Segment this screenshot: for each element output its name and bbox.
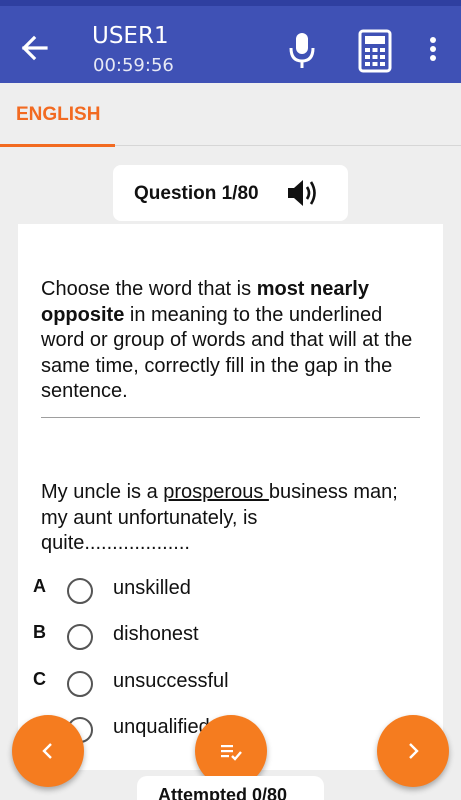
- option-radio[interactable]: [67, 624, 93, 650]
- back-button[interactable]: [16, 28, 56, 68]
- previous-button[interactable]: [12, 715, 84, 787]
- subject-tabs: ENGLISH: [0, 83, 461, 147]
- underlined-word: prosperous: [163, 481, 269, 503]
- app-bar: USER1 00:59:56: [0, 6, 461, 83]
- microphone-button[interactable]: [286, 30, 318, 70]
- option-radio[interactable]: [67, 671, 93, 697]
- next-button[interactable]: [377, 715, 449, 787]
- question-card: Choose the word that is most nearly oppo…: [18, 224, 443, 770]
- chevron-right-icon: [409, 743, 419, 759]
- option-text: dishonest: [113, 623, 199, 645]
- speaker-button[interactable]: [286, 177, 320, 209]
- question-part: My uncle is a: [41, 481, 164, 503]
- option-radio[interactable]: [67, 578, 93, 604]
- question-text: My uncle is a prosperous business man; m…: [41, 480, 411, 557]
- more-vert-icon: [430, 37, 436, 61]
- attempted-counter: Attempted 0/80: [137, 776, 324, 800]
- list-check-icon: [221, 745, 242, 761]
- option-text: unsuccessful: [113, 670, 229, 692]
- option-letter: A: [33, 576, 46, 596]
- arrow-left-icon: [21, 35, 48, 61]
- option-b[interactable]: B dishonest: [33, 618, 433, 656]
- microphone-icon: [289, 33, 315, 68]
- calculator-button[interactable]: [357, 29, 393, 73]
- instruction-text: Choose the word that is most nearly oppo…: [41, 277, 426, 405]
- option-c[interactable]: C unsuccessful: [33, 665, 433, 703]
- chevron-left-icon: [42, 743, 52, 759]
- speaker-icon: [288, 180, 316, 206]
- instruction-part: Choose the word that is: [41, 278, 257, 300]
- option-letter: B: [33, 622, 46, 642]
- question-header: Question 1/80: [113, 165, 348, 221]
- option-text: unskilled: [113, 577, 191, 599]
- timer: 00:59:56: [93, 55, 174, 76]
- divider: [41, 417, 420, 418]
- tab-label: ENGLISH: [16, 104, 101, 125]
- more-options-button[interactable]: [421, 32, 445, 70]
- option-a[interactable]: A unskilled: [33, 572, 433, 610]
- question-number: Question 1/80: [134, 183, 259, 204]
- option-text: unqualified: [113, 716, 210, 738]
- attempted-label: Attempted 0/80: [158, 785, 288, 800]
- calculator-icon: [358, 29, 392, 73]
- tab-indicator: [0, 144, 115, 147]
- app-title: USER1: [92, 23, 169, 49]
- option-letter: C: [33, 669, 46, 689]
- tab-english[interactable]: ENGLISH: [0, 83, 115, 147]
